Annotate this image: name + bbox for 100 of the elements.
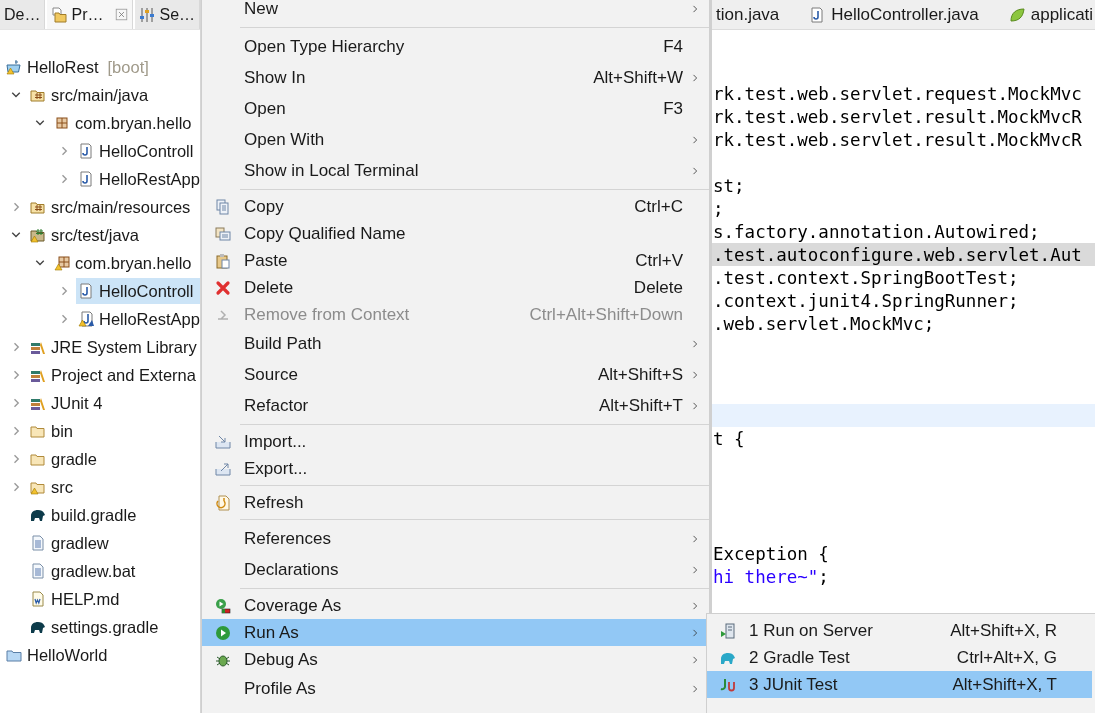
menu-item[interactable]: Open F3 (202, 93, 709, 124)
code-line: s.factory.annotation.Autowired; (713, 221, 1040, 242)
folder-icon (51, 6, 68, 23)
shortcut-label: Alt+Shift+X, R (950, 620, 1057, 641)
source-folder-icon (30, 87, 46, 103)
package-icon (54, 115, 70, 131)
code-line: rk.test.web.servlet.request.MockMvc (713, 83, 1082, 104)
shortcut-label: Alt+Shift+X, T (952, 674, 1057, 695)
junit-icon (720, 676, 736, 693)
menu-item[interactable]: Import... (202, 428, 709, 455)
tree-item[interactable]: settings.gradle (28, 614, 200, 640)
shortcut-label: F3 (663, 98, 683, 119)
java-file-icon (78, 171, 94, 187)
elephant-icon (30, 507, 46, 523)
tree-item[interactable]: JUnit 4 (28, 390, 200, 416)
view-tab[interactable]: Se… (135, 0, 200, 29)
code-line: .web.servlet.MockMvc; (713, 313, 935, 334)
tree-item[interactable]: src/main/resources (28, 194, 200, 220)
shortcut-label: Ctrl+V (635, 250, 683, 271)
tree-item[interactable]: com.bryan.hello (52, 110, 200, 136)
shortcut-label: F4 (663, 36, 683, 57)
editor-tab[interactable]: applicati (1008, 4, 1094, 25)
leaf-icon (1008, 6, 1025, 23)
menu-item[interactable]: Paste Ctrl+V (202, 247, 709, 274)
menu-item[interactable]: Open With (202, 124, 709, 155)
import-icon (215, 433, 231, 450)
code-line: ; (713, 198, 724, 219)
close-icon (215, 279, 231, 296)
menu-item[interactable]: Refresh (202, 489, 709, 516)
tree-item[interactable]: HelloRestApp (76, 306, 203, 332)
export-icon (215, 460, 231, 477)
code-line: Exception { (713, 543, 829, 564)
menu-item[interactable]: Coverage As (202, 592, 709, 619)
code-line: rk.test.web.servlet.result.MockMvcR (713, 129, 1082, 150)
coverage-icon (215, 597, 231, 614)
tree-item[interactable]: Project and Externa (28, 362, 200, 388)
folder-icon (30, 423, 46, 439)
close-icon (115, 8, 129, 21)
copy-icon (215, 198, 231, 215)
menu-item[interactable]: Run As (202, 619, 709, 646)
play-icon (215, 624, 231, 641)
editor-tab[interactable]: HelloController.java (809, 4, 979, 25)
tree-item[interactable]: src/test/java (28, 222, 200, 248)
shortcut-label: Alt+Shift+T (598, 395, 683, 416)
shortcut-label: Delete (633, 277, 683, 298)
menu-item[interactable]: References (202, 523, 709, 554)
copy-icon (215, 225, 231, 242)
tree-item[interactable]: HelloControll (76, 278, 200, 304)
tree-item[interactable]: HELP.md (28, 586, 200, 612)
sliders-icon (139, 6, 156, 23)
code-line: .test.context.SpringBootTest; (713, 267, 1019, 288)
tree-item[interactable]: gradle (28, 446, 200, 472)
tree-item[interactable]: HelloControll (76, 138, 200, 164)
menu-item[interactable]: Show In Alt+Shift+W (202, 62, 709, 93)
shortcut-label: Alt+Shift+S (597, 364, 683, 385)
menu-item[interactable]: Delete Delete (202, 274, 709, 301)
shortcut-label: Ctrl+Alt+Shift+Down (529, 304, 683, 325)
menu-item[interactable]: Open Type Hierarchy F4 (202, 31, 709, 62)
tree-decoration: [boot] (107, 57, 149, 77)
tree-item[interactable]: JRE System Library (28, 334, 200, 360)
tree-item[interactable]: build.gradle (28, 502, 200, 528)
code-line: st; (713, 175, 745, 196)
menu-item[interactable]: Copy Ctrl+C (202, 193, 709, 220)
code-line: t { (713, 428, 745, 449)
tree-item[interactable]: HelloWorld (4, 642, 200, 668)
menu-item[interactable]: New (202, 0, 709, 24)
folder-icon (30, 479, 46, 495)
menu-item[interactable]: Export... (202, 455, 709, 482)
java-file-icon (809, 6, 826, 23)
menu-item[interactable]: Source Alt+Shift+S (202, 359, 709, 390)
tree-item[interactable]: com.bryan.hello (52, 250, 200, 276)
tree-item[interactable]: gradlew.bat (28, 558, 200, 584)
code-line: hi there~"; (713, 566, 829, 587)
project-icon (6, 647, 22, 663)
menu-item[interactable]: Show in Local Terminal (202, 155, 709, 186)
text-file-icon (30, 535, 46, 551)
menu-item[interactable]: Refactor Alt+Shift+T (202, 390, 709, 421)
menu-item[interactable]: Copy Qualified Name (202, 220, 709, 247)
java-file-icon (78, 283, 94, 299)
editor-tab[interactable]: tion.java (716, 4, 780, 25)
elephant-icon (30, 619, 46, 635)
view-tab[interactable]: Pr… (47, 0, 134, 29)
tree-item[interactable]: HelloRestApp (76, 166, 203, 192)
tree-item[interactable]: src (28, 474, 200, 500)
view-tab[interactable]: De… (0, 0, 46, 29)
menu-item[interactable]: Declarations (202, 554, 709, 585)
menu-item[interactable]: Debug As (202, 646, 709, 673)
menu-item[interactable]: Build Path (202, 328, 709, 359)
shortcut-label: Ctrl+Alt+X, G (956, 647, 1057, 668)
code-line: .test.autoconfigure.web.servlet.Aut (713, 244, 1082, 265)
tree-item[interactable]: gradlew (28, 530, 200, 556)
refresh-icon (215, 494, 231, 511)
tree-item[interactable]: HelloRest [boot] (4, 54, 200, 80)
menu-item[interactable]: 2 Gradle Test Ctrl+Alt+X, G (707, 644, 1092, 671)
menu-item[interactable]: 3 JUnit Test Alt+Shift+X, T (707, 671, 1092, 698)
source-folder-icon (30, 227, 46, 243)
tree-item[interactable]: bin (28, 418, 200, 444)
menu-item[interactable]: 1 Run on Server Alt+Shift+X, R (707, 617, 1092, 644)
tree-item[interactable]: src/main/java (28, 82, 200, 108)
menu-item[interactable]: Profile As (202, 673, 709, 704)
